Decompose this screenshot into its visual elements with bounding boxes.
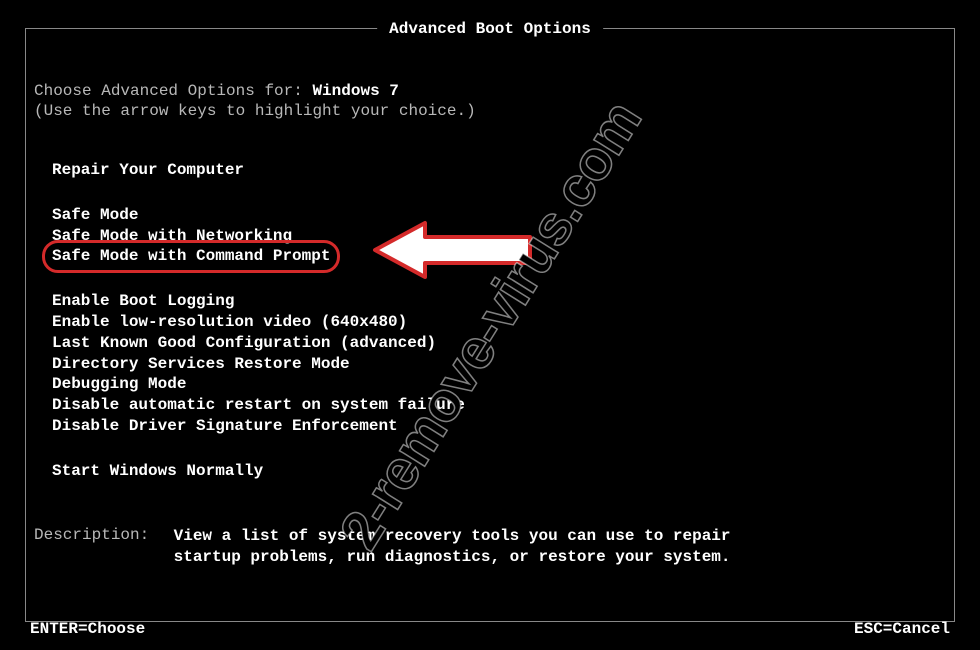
menu-item-ds-restore[interactable]: Directory Services Restore Mode — [52, 354, 946, 375]
menu-item-safe-mode-cmd[interactable]: Safe Mode with Command Prompt — [52, 246, 330, 267]
intro-os-name: Windows 7 — [312, 82, 398, 100]
menu-item-disable-auto-restart[interactable]: Disable automatic restart on system fail… — [52, 395, 946, 416]
menu-item-last-known-good[interactable]: Last Known Good Configuration (advanced) — [52, 333, 946, 354]
footer-esc-hint: ESC=Cancel — [854, 620, 950, 638]
content-area: Choose Advanced Options for: Windows 7 (… — [34, 82, 946, 506]
menu-item-safe-mode[interactable]: Safe Mode — [52, 205, 946, 226]
menu-item-low-res[interactable]: Enable low-resolution video (640x480) — [52, 312, 946, 333]
screen-title: Advanced Boot Options — [377, 20, 603, 38]
boot-menu: Repair Your Computer Safe Mode Safe Mode… — [34, 160, 946, 482]
menu-item-boot-logging[interactable]: Enable Boot Logging — [52, 291, 946, 312]
intro-prefix: Choose Advanced Options for: — [34, 82, 312, 100]
description-label: Description: — [34, 526, 164, 544]
arrow-key-hint: (Use the arrow keys to highlight your ch… — [34, 102, 946, 120]
menu-group-repair: Repair Your Computer — [52, 160, 946, 181]
menu-item-repair-computer[interactable]: Repair Your Computer — [52, 160, 946, 181]
menu-item-disable-driver-sig[interactable]: Disable Driver Signature Enforcement — [52, 416, 946, 437]
menu-item-start-normally[interactable]: Start Windows Normally — [52, 461, 946, 482]
intro-line: Choose Advanced Options for: Windows 7 — [34, 82, 946, 100]
description-row: Description: View a list of system recov… — [34, 526, 946, 568]
menu-group-normal: Start Windows Normally — [52, 461, 946, 482]
footer-enter-hint: ENTER=Choose — [30, 620, 145, 638]
menu-group-advanced: Enable Boot Logging Enable low-resolutio… — [52, 291, 946, 437]
menu-item-safe-mode-cmd-wrapper: Safe Mode with Command Prompt — [52, 246, 330, 267]
menu-group-safe-mode: Safe Mode Safe Mode with Networking Safe… — [52, 205, 946, 267]
menu-item-debugging[interactable]: Debugging Mode — [52, 374, 946, 395]
menu-item-safe-mode-networking[interactable]: Safe Mode with Networking — [52, 226, 946, 247]
description-text: View a list of system recovery tools you… — [174, 526, 734, 568]
footer-hints: ENTER=Choose ESC=Cancel — [30, 620, 950, 638]
